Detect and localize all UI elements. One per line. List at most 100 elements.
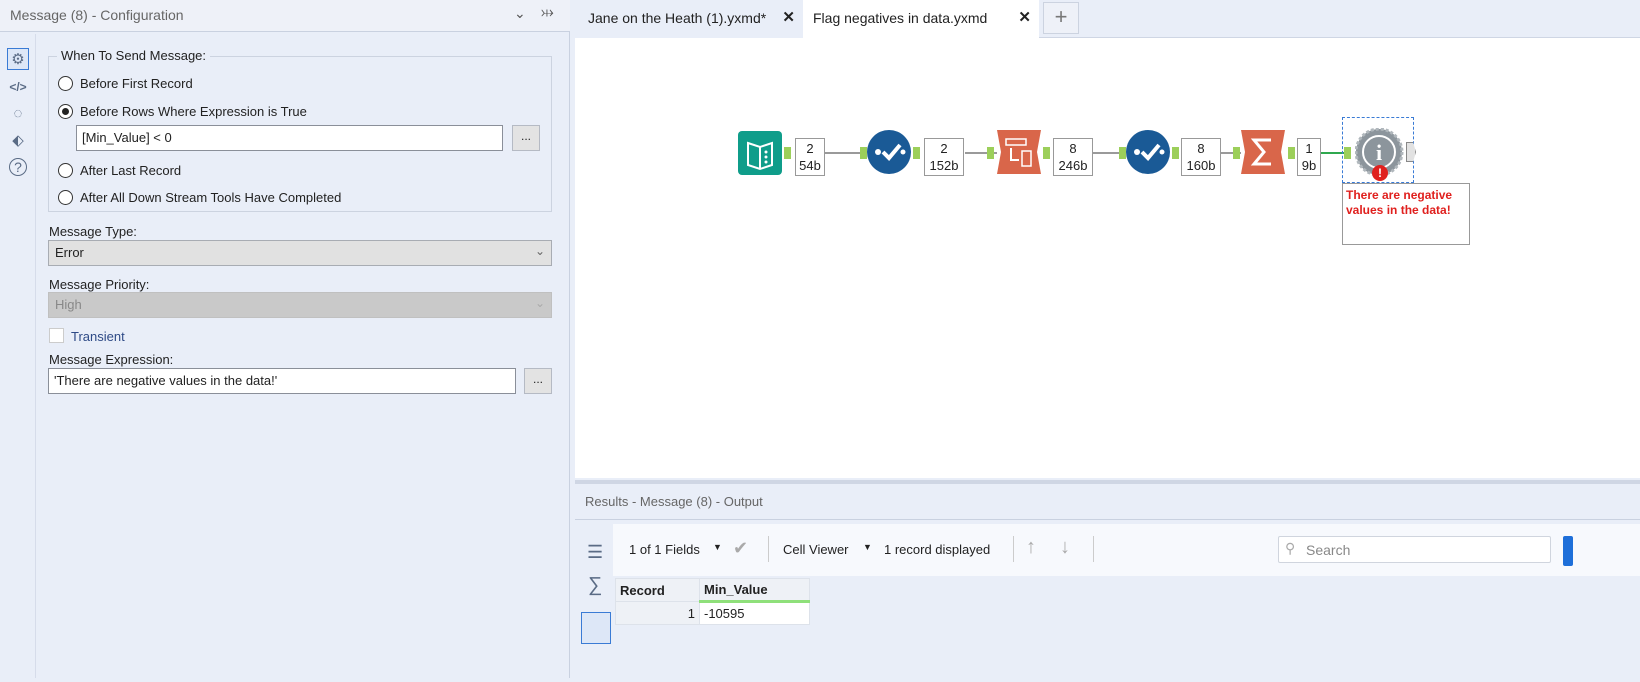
cell-viewer-dropdown[interactable]: Cell Viewer — [783, 542, 849, 557]
tab-label: Flag negatives in data.yxmd — [813, 10, 988, 26]
divider — [1093, 536, 1094, 562]
record-count-box: 1 9b — [1297, 138, 1321, 176]
checkmark-icon — [875, 143, 906, 161]
expression-editor-button[interactable]: ... — [512, 125, 540, 151]
output-view-icon[interactable] — [581, 612, 611, 644]
arrow-up-icon[interactable]: ↑ — [1026, 536, 1036, 559]
record-count-box: 8 246b — [1053, 138, 1093, 176]
code-icon[interactable]: </> — [7, 76, 29, 98]
tab-flag-negatives[interactable]: Flag negatives in data.yxmd ✕ — [803, 0, 1039, 39]
record-count-box: 2 152b — [924, 138, 964, 176]
tab-label: Jane on the Heath (1).yxmd* — [588, 10, 767, 26]
book-icon — [747, 141, 773, 171]
summarize-tool[interactable] — [1241, 130, 1285, 174]
search-input[interactable]: ⚲ Search — [1278, 536, 1551, 563]
message-type-select[interactable]: Error ⌄ — [48, 240, 552, 266]
input-anchor[interactable] — [860, 147, 867, 159]
new-tab-button[interactable]: + — [1043, 2, 1079, 34]
radio-label: Before Rows Where Expression is True — [80, 103, 307, 119]
record-count: 8 — [1197, 141, 1205, 156]
table-view-icon[interactable]: ☰ — [587, 542, 603, 563]
radio-label: Before First Record — [80, 75, 193, 91]
gear-icon[interactable]: ⚙ — [7, 48, 29, 70]
help-icon[interactable]: ? — [9, 158, 27, 176]
chevron-down-icon: ⌄ — [534, 296, 545, 310]
input-anchor[interactable] — [1233, 147, 1240, 159]
select-tool[interactable] — [1126, 130, 1170, 174]
panel-header: Message (8) - Configuration ⌄ ⤔ — [0, 0, 570, 32]
select-tool[interactable] — [867, 130, 911, 174]
input-anchor[interactable] — [987, 147, 994, 159]
pin-icon[interactable]: ⤔ — [541, 4, 554, 22]
column-header-min-value[interactable]: Min_Value — [699, 578, 810, 603]
close-icon[interactable]: ✕ — [782, 8, 795, 26]
tab-jane-on-the-heath[interactable]: Jane on the Heath (1).yxmd* ✕ — [575, 0, 803, 38]
output-anchor[interactable] — [1406, 142, 1416, 162]
checkmark-icon — [1134, 143, 1165, 161]
message-type-label: Message Type: — [49, 224, 137, 239]
tag-icon[interactable]: ⬖ — [7, 130, 29, 152]
records-displayed: 1 record displayed — [884, 542, 991, 557]
message-expression-input[interactable]: 'There are negative values in the data!' — [48, 368, 516, 394]
transient-label: Transient — [71, 329, 125, 344]
radio-after-last-record[interactable]: After Last Record — [58, 161, 181, 179]
record-count-box: 2 54b — [795, 138, 825, 176]
input-anchor[interactable] — [1119, 147, 1126, 159]
divider — [1013, 536, 1014, 562]
column-header-record[interactable]: Record — [615, 578, 700, 602]
results-toolbar: 1 of 1 Fields ▼ ✔ Cell Viewer ▼ 1 record… — [613, 524, 1640, 576]
record-count: 2 — [806, 141, 814, 156]
record-count: 2 — [940, 141, 948, 156]
radio-after-all-downstream[interactable]: After All Down Stream Tools Have Complet… — [58, 188, 341, 206]
output-anchor[interactable] — [1288, 147, 1295, 159]
fields-dropdown[interactable]: 1 of 1 Fields — [629, 542, 700, 557]
cell-min-value[interactable]: -10595 — [699, 601, 810, 625]
output-anchor[interactable] — [1172, 147, 1179, 159]
panel-title: Message (8) - Configuration — [10, 7, 184, 23]
results-header: Results - Message (8) - Output — [575, 484, 1640, 520]
tool-annotation: There are negative values in the data! — [1342, 183, 1470, 245]
selected-value: Error — [55, 245, 84, 260]
radio-label: After All Down Stream Tools Have Complet… — [80, 189, 342, 205]
chevron-down-icon[interactable]: ⌄ — [514, 5, 526, 22]
configuration-panel: Message (8) - Configuration ⌄ ⤔ ⚙ </> ◌ … — [0, 0, 570, 678]
message-expression-label: Message Expression: — [49, 352, 174, 367]
radio-before-first-record[interactable]: Before First Record — [58, 74, 193, 92]
message-priority-label: Message Priority: — [49, 277, 150, 292]
results-table: Record Min_Value 1 -10595 — [615, 578, 810, 625]
cell-record[interactable]: 1 — [615, 601, 700, 625]
arrow-down-icon[interactable]: ↓ — [1060, 536, 1070, 559]
message-expression-editor-button[interactable]: ... — [524, 368, 552, 394]
message-priority-select[interactable]: High ⌄ — [48, 292, 552, 318]
radio-label: After Last Record — [80, 162, 182, 178]
transpose-tool[interactable] — [997, 130, 1041, 174]
transient-checkbox[interactable] — [49, 328, 64, 343]
record-count: 1 — [1305, 141, 1313, 156]
output-anchor[interactable] — [784, 147, 791, 159]
output-anchor[interactable] — [913, 147, 920, 159]
record-size: 152b — [929, 158, 959, 173]
search-button[interactable] — [1563, 536, 1573, 566]
output-arrow-icon[interactable]: ◌ — [7, 103, 29, 125]
output-anchor[interactable] — [1043, 147, 1050, 159]
record-count-box: 8 160b — [1181, 138, 1221, 176]
table-row: 1 -10595 — [615, 601, 810, 625]
sigma-icon — [1241, 130, 1285, 174]
record-size: 160b — [1186, 158, 1216, 173]
results-icon-strip: ☰ ∑ — [577, 524, 613, 682]
connection — [1320, 152, 1344, 154]
search-placeholder: Search — [1306, 542, 1351, 558]
input-data-tool[interactable] — [738, 131, 782, 175]
caret-down-icon[interactable]: ▼ — [713, 542, 722, 552]
caret-down-icon[interactable]: ▼ — [863, 542, 872, 552]
checkmark-icon[interactable]: ✔ — [733, 538, 748, 559]
workflow-tabs: Jane on the Heath (1).yxmd* ✕ Flag negati… — [575, 0, 1640, 39]
metadata-icon[interactable]: ∑ — [588, 574, 602, 597]
workflow-canvas[interactable]: i ! There are negative values in the dat… — [575, 38, 1640, 478]
radio-before-rows-expression-true[interactable]: Before Rows Where Expression is True — [58, 102, 307, 120]
expression-input[interactable]: [Min_Value] < 0 — [76, 125, 503, 151]
search-icon: ⚲ — [1285, 540, 1296, 556]
chevron-down-icon: ⌄ — [534, 244, 545, 258]
close-icon[interactable]: ✕ — [1018, 8, 1031, 26]
record-size: 9b — [1301, 158, 1317, 173]
